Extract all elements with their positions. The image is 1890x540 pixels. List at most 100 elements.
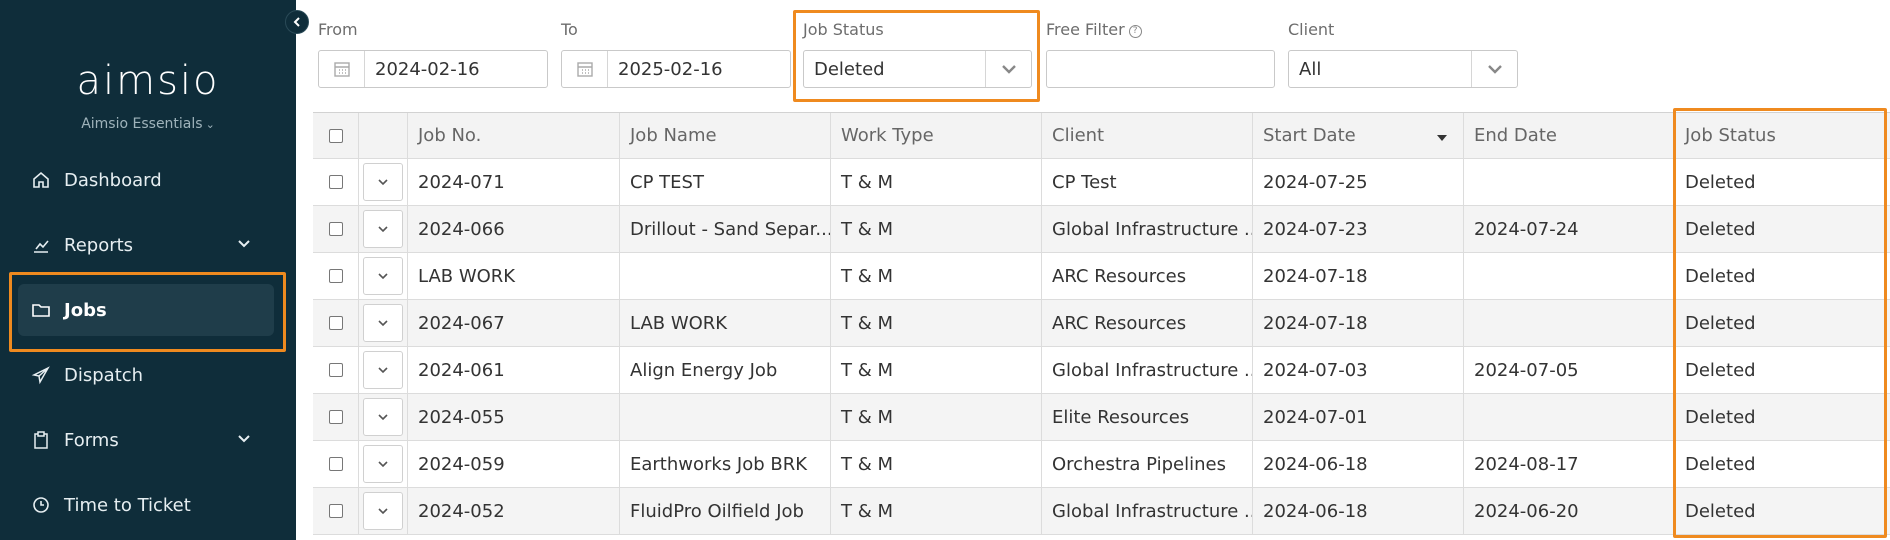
row-checkbox[interactable] [328,269,343,283]
row-checkbox-cell[interactable] [313,300,359,346]
row-checkbox[interactable] [328,504,343,518]
select-all-checkbox[interactable] [328,128,343,143]
send-icon [30,364,52,386]
org-switcher[interactable]: Aimsio Essentials ⌄ [0,116,296,132]
cell-client: Global Infrastructure ... [1042,206,1253,252]
table-row[interactable]: 2024-052 FluidPro Oilfield Job T & M Glo… [313,488,1890,535]
row-checkbox[interactable] [328,222,343,236]
row-expand-button[interactable] [363,445,403,483]
cell-job-name: Drillout - Sand Separ... [620,206,831,252]
row-expand-cell[interactable] [359,441,408,487]
row-checkbox[interactable] [328,410,343,424]
to-date-field[interactable]: 2025-02-16 [561,50,791,88]
job-status-highlight-box [793,10,1040,102]
table-row[interactable]: LAB WORK T & M ARC Resources 2024-07-18 … [313,253,1890,300]
row-checkbox-cell[interactable] [313,159,359,205]
chevron-down-icon [378,461,388,468]
row-expand-button[interactable] [363,257,403,295]
row-expand-cell[interactable] [359,206,408,252]
from-date-field[interactable]: 2024-02-16 [318,50,548,88]
row-expand-cell[interactable] [359,394,408,440]
chevron-left-icon [293,17,300,27]
row-expand-button[interactable] [363,163,403,201]
from-date-value: 2024-02-16 [375,58,480,80]
column-header-client[interactable]: Client [1042,113,1253,158]
cell-end-date: 2024-06-20 [1464,488,1675,534]
row-checkbox[interactable] [328,316,343,330]
sidebar-item-forms[interactable]: Forms [18,414,274,466]
sidebar-item-dashboard[interactable]: Dashboard [18,154,274,206]
row-checkbox-cell[interactable] [313,488,359,534]
column-header-job-no[interactable]: Job No. [408,113,620,158]
table-row[interactable]: 2024-059 Earthworks Job BRK T & M Orches… [313,441,1890,488]
cell-end-date [1464,300,1675,346]
cell-start-date: 2024-07-23 [1253,206,1464,252]
expand-header-cell [359,113,408,158]
row-checkbox-cell[interactable] [313,206,359,252]
cell-job-no: 2024-059 [408,441,620,487]
cell-work-type: T & M [831,488,1042,534]
row-expand-button[interactable] [363,398,403,436]
row-checkbox-cell[interactable] [313,253,359,299]
client-select[interactable]: All [1288,50,1518,88]
help-icon[interactable]: ? [1128,25,1142,38]
cell-job-no: 2024-066 [408,206,620,252]
sidebar-item-reports[interactable]: Reports [18,219,274,271]
row-checkbox-cell[interactable] [313,394,359,440]
select-all-checkbox-cell[interactable] [313,113,359,158]
column-header-start-date[interactable]: Start Date [1253,113,1464,158]
cell-end-date [1464,394,1675,440]
row-checkbox-cell[interactable] [313,347,359,393]
row-expand-cell[interactable] [359,253,408,299]
table-row[interactable]: 2024-061 Align Energy Job T & M Global I… [313,347,1890,394]
cell-work-type: T & M [831,394,1042,440]
chart-icon [30,234,52,256]
column-header-job-name[interactable]: Job Name [620,113,831,158]
row-expand-cell[interactable] [359,159,408,205]
chevron-down-icon [378,508,388,515]
cell-start-date: 2024-07-03 [1253,347,1464,393]
sidebar-item-label: Time to Ticket [64,494,191,516]
row-expand-cell[interactable] [359,488,408,534]
row-expand-cell[interactable] [359,347,408,393]
cell-client: Elite Resources [1042,394,1253,440]
free-filter-input[interactable] [1046,50,1275,88]
table-row[interactable]: 2024-055 T & M Elite Resources 2024-07-0… [313,394,1890,441]
row-checkbox-cell[interactable] [313,441,359,487]
sidebar-item-label: Dispatch [64,364,144,386]
row-expand-button[interactable] [363,210,403,248]
table-row[interactable]: 2024-066 Drillout - Sand Separ... T & M … [313,206,1890,253]
app-root: aimsio Aimsio Essentials ⌄ Dashboard Repo… [0,0,1890,540]
cell-start-date: 2024-06-18 [1253,488,1464,534]
table-row[interactable]: 2024-067 LAB WORK T & M ARC Resources 20… [313,300,1890,347]
home-icon [30,169,52,191]
sidebar-item-dispatch[interactable]: Dispatch [18,349,274,401]
from-label: From [318,20,358,39]
cell-end-date [1464,253,1675,299]
chevron-down-icon: ⌄ [205,118,215,131]
row-checkbox[interactable] [328,457,343,471]
sidebar: aimsio Aimsio Essentials ⌄ Dashboard Repo… [0,0,296,540]
chevron-down-icon [378,414,388,421]
sidebar-item-time-to-ticket[interactable]: Time to Ticket [18,479,274,531]
chevron-down-icon [1471,51,1517,87]
chevron-down-icon [378,179,388,186]
cell-job-name: Align Energy Job [620,347,831,393]
chevron-down-icon [236,236,252,257]
row-expand-button[interactable] [363,492,403,530]
table-row[interactable]: 2024-071 CP TEST T & M CP Test 2024-07-2… [313,159,1890,206]
cell-job-name [620,394,831,440]
row-checkbox[interactable] [328,363,343,377]
row-expand-button[interactable] [363,351,403,389]
cell-job-name: CP TEST [620,159,831,205]
row-expand-button[interactable] [363,304,403,342]
cell-work-type: T & M [831,159,1042,205]
row-checkbox[interactable] [328,175,343,189]
sidebar-collapse-button[interactable] [285,10,309,34]
cell-end-date: 2024-07-24 [1464,206,1675,252]
column-header-end-date[interactable]: End Date [1464,113,1675,158]
column-header-work-type[interactable]: Work Type [831,113,1042,158]
row-expand-cell[interactable] [359,300,408,346]
cell-client: ARC Resources [1042,300,1253,346]
cell-client: Global Infrastructure ... [1042,488,1253,534]
